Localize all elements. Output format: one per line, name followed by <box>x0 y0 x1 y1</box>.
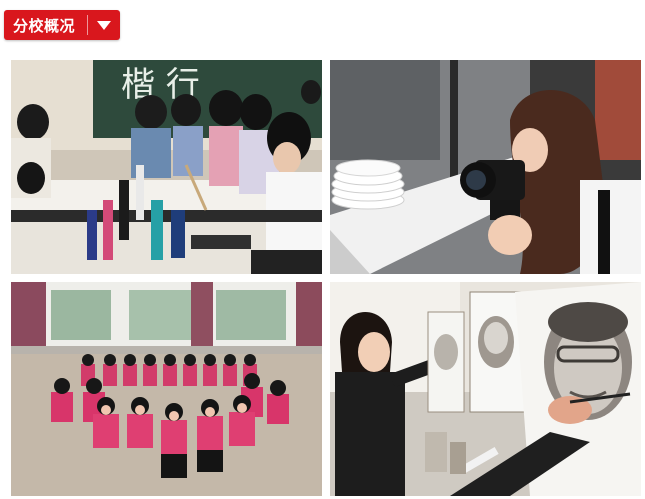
campus-overview-label: 分校概况 <box>13 16 76 35</box>
sketch-drawing-class-photo <box>330 282 641 496</box>
campus-overview-dropdown-button[interactable]: 分校概况 <box>4 10 120 40</box>
photography-student-photo <box>330 60 641 274</box>
dance-class-photo <box>11 282 322 496</box>
chevron-down-icon[interactable] <box>88 20 120 30</box>
calligraphy-class-photo: 楷 行 <box>11 60 322 274</box>
